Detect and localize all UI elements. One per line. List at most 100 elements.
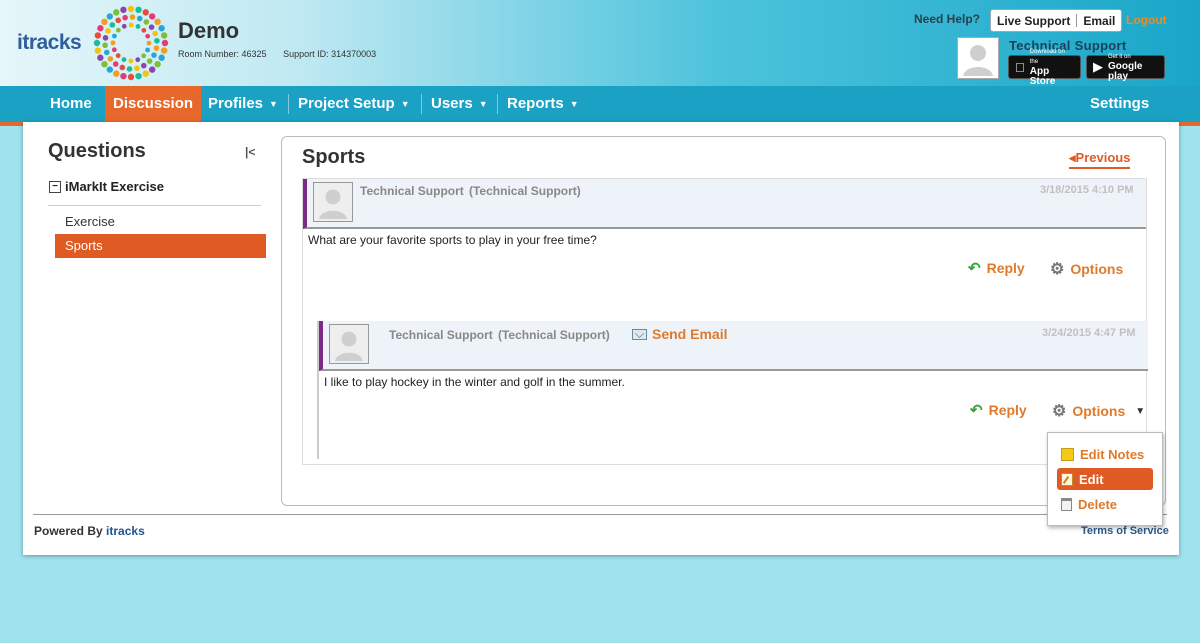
logo-dot (120, 6, 127, 14)
logo-dot (94, 47, 102, 54)
room-number: Room Number: 46325 (178, 49, 267, 59)
options-label: Options (1072, 403, 1126, 419)
logo-dot (148, 13, 156, 20)
logo-dot (115, 27, 121, 33)
previous-link[interactable]: ◂Previous (1069, 150, 1131, 169)
logo-dot (101, 18, 108, 26)
logo-dot (107, 56, 114, 62)
reply-date: 3/24/2015 4:47 PM (1042, 327, 1136, 339)
reply-icon: ↶ (970, 402, 983, 419)
chevron-down-icon: ▼ (569, 99, 579, 109)
reply-icon: ↶ (968, 260, 981, 277)
logo-dot (97, 54, 104, 61)
question-item-exercise[interactable]: Exercise (55, 210, 266, 234)
edit-icon (1061, 472, 1073, 486)
logo-dot (145, 47, 150, 53)
app-title: Demo (178, 18, 240, 43)
room-info: Room Number: 46325 Support ID: 314370003 (178, 49, 390, 59)
note-icon (1061, 447, 1074, 461)
discussion-content: Sports ◂Previous Technical Support (Tech… (281, 136, 1166, 506)
post-header: Technical Support (Technical Support) 3/… (303, 179, 1146, 229)
logo-dot (126, 66, 133, 72)
logo-dot (102, 35, 109, 41)
logo-dot (109, 22, 116, 28)
question-group[interactable]: − iMarkIt Exercise (49, 179, 164, 194)
options-button[interactable]: ⚙ Options (1050, 259, 1123, 279)
discussion-title: Sports (302, 146, 366, 168)
nav-reports[interactable]: Reports ▼ (507, 86, 579, 122)
nav-divider (288, 94, 289, 114)
question-item-sports[interactable]: Sports (55, 234, 266, 258)
live-support-link[interactable]: Live Support (991, 14, 1076, 28)
nav-profiles[interactable]: Profiles ▼ (208, 86, 278, 122)
person-icon (335, 331, 363, 361)
options-button[interactable]: ⚙ Options ▼ (1052, 401, 1145, 421)
logo-dot (127, 73, 135, 81)
powered-by: Powered By itracks (34, 524, 145, 538)
logo-dot (140, 62, 147, 69)
minus-icon[interactable]: − (49, 180, 61, 193)
reply-button[interactable]: ↶ Reply (970, 401, 1027, 419)
logo-dot (142, 9, 149, 16)
powered-by-brand[interactable]: itracks (106, 524, 145, 538)
logo-dot (135, 24, 141, 29)
email-link[interactable]: Email (1077, 14, 1121, 28)
avatar (313, 182, 353, 222)
chevron-down-icon: ▼ (478, 99, 488, 109)
app-store-label: App Store (1020, 66, 1068, 87)
menu-item-edit-notes[interactable]: Edit Notes (1057, 443, 1153, 465)
google-play-button[interactable]: ▶ Get it on Google play (1086, 54, 1165, 82)
logo-dot (110, 40, 116, 46)
message-thread: Technical Support (Technical Support) 3/… (302, 178, 1148, 465)
logo-dot (121, 57, 127, 62)
nav-divider (421, 94, 422, 114)
nav-home[interactable]: Home (50, 86, 92, 122)
reply-author: Technical Support (389, 328, 493, 342)
logo-dot (158, 54, 165, 61)
logo-dot (135, 6, 142, 14)
nav-project-setup-label: Project Setup (298, 95, 395, 112)
app-store-button[interactable]:  Download on theApp Store (1008, 49, 1081, 87)
logo-dot (135, 57, 141, 63)
trash-icon (1061, 497, 1072, 511)
nav-divider (497, 94, 498, 114)
question-group-label: iMarkIt Exercise (65, 179, 165, 194)
terms-of-service-link[interactable]: Terms of Service (1081, 525, 1169, 537)
apple-icon:  (1015, 60, 1025, 75)
send-email-button[interactable]: Send Email (632, 326, 727, 342)
menu-item-edit[interactable]: Edit (1057, 468, 1153, 490)
logo-dot (112, 61, 119, 67)
reply-label: Reply (988, 402, 1027, 418)
logo-dot (106, 66, 114, 73)
avatar (329, 324, 369, 364)
logo-dot (154, 18, 161, 26)
nav-discussion[interactable]: Discussion (105, 86, 202, 122)
send-email-label: Send Email (652, 326, 728, 342)
logo-dot (136, 15, 143, 22)
logo-dot (148, 24, 155, 30)
play-icon: ▶ (1093, 59, 1103, 74)
logo-dot (146, 58, 153, 64)
user-avatar[interactable] (957, 37, 999, 79)
google-play-label: Google play (1108, 61, 1143, 82)
reply-thread: Technical Support (Technical Support) Se… (317, 321, 1148, 459)
nav-project-setup[interactable]: Project Setup ▼ (298, 86, 410, 122)
logo-dot (122, 14, 128, 21)
logo-dot (128, 22, 134, 28)
logo-dot (120, 72, 127, 80)
options-label: Options (1070, 261, 1124, 277)
logo-dot (119, 64, 126, 71)
logo-dot (113, 9, 120, 16)
nav-settings[interactable]: Settings (1090, 86, 1149, 122)
logo-dot (102, 42, 108, 49)
logout-link[interactable]: Logout (1126, 13, 1167, 27)
app-store-small: Download on the (1020, 49, 1066, 65)
post-date: 3/18/2015 4:10 PM (1040, 184, 1134, 196)
collapse-sidebar-icon[interactable]: |< (245, 145, 255, 159)
nav-users[interactable]: Users ▼ (431, 86, 488, 122)
reply-button[interactable]: ↶ Reply (968, 259, 1025, 277)
menu-item-delete[interactable]: Delete (1057, 493, 1153, 515)
logo-dot (129, 14, 136, 20)
delete-label: Delete (1078, 496, 1118, 512)
logo-dot (142, 70, 149, 77)
